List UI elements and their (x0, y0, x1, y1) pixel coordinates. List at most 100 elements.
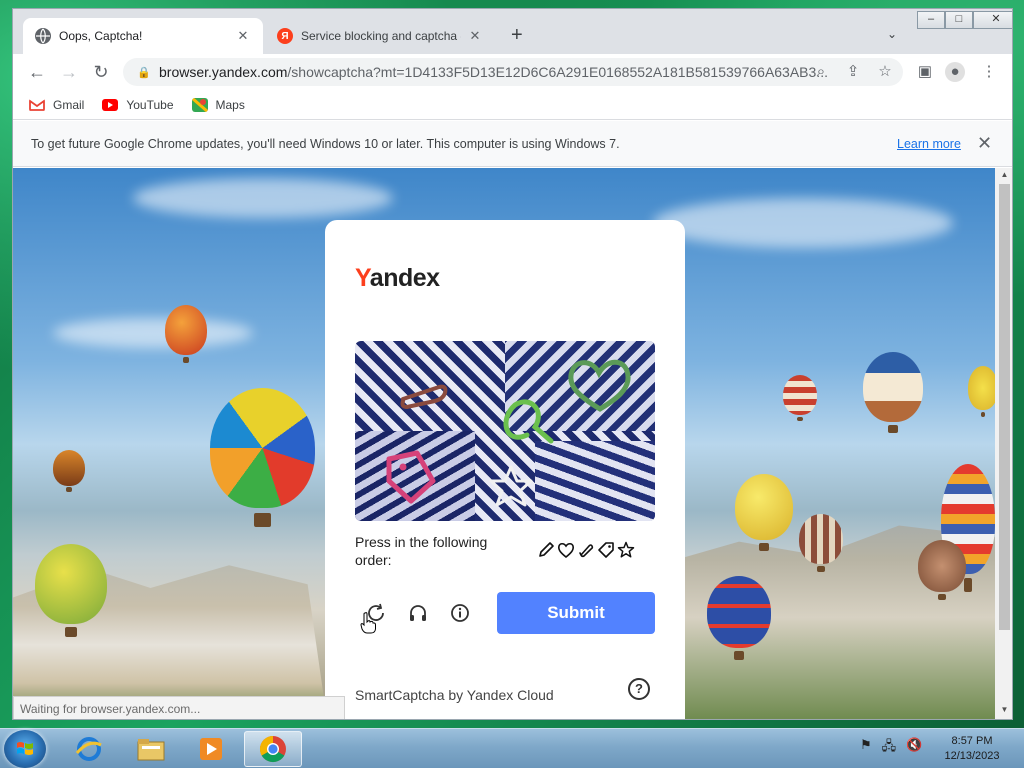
info-icon[interactable] (449, 602, 471, 624)
address-bar[interactable]: 🔒 browser.yandex.com /showcaptcha?mt=1D4… (123, 58, 903, 86)
bookmark-gmail[interactable]: Gmail (29, 98, 84, 112)
cloud (53, 318, 253, 348)
back-button[interactable]: ← (25, 60, 49, 84)
internet-explorer-taskbar-icon[interactable] (60, 731, 118, 767)
hot-air-balloon (53, 450, 85, 492)
tab-captcha[interactable]: Oops, Captcha! ✕ (23, 18, 263, 54)
tag-shape-icon (386, 450, 436, 504)
close-tab-icon[interactable]: ✕ (467, 28, 483, 44)
heart-icon (558, 542, 574, 559)
youtube-icon (102, 98, 119, 111)
hand-cursor-icon (360, 612, 376, 634)
maps-icon (191, 97, 208, 112)
windows-flag-icon (17, 742, 33, 755)
bookmark-star-icon[interactable]: ☆ (875, 62, 895, 82)
captcha-shapes (386, 359, 631, 507)
scroll-up-arrow-icon[interactable]: ▲ (995, 170, 1012, 184)
hot-air-balloon (735, 474, 793, 551)
hot-air-balloon (863, 352, 923, 434)
action-center-flag-icon[interactable]: ⚑ (860, 737, 872, 759)
cloud (133, 178, 393, 218)
hot-air-balloon (783, 375, 817, 422)
help-question-icon[interactable]: ? (628, 678, 650, 700)
bookmarks-bar: Gmail YouTube Maps (13, 90, 1012, 120)
paperclip-shape-icon (400, 384, 448, 410)
url-path: /showcaptcha?mt=1D4133F5D13E12D6C6A291E0… (287, 64, 828, 80)
tag-icon (598, 542, 614, 558)
hot-air-balloon (165, 305, 207, 363)
captcha-instruction: Press in the following order: (355, 534, 488, 568)
pencil-icon (539, 542, 554, 557)
close-infobar-icon[interactable]: ✕ (977, 133, 992, 154)
taskbar: ⚑ 🖧 🔇 8:57 PM 12/13/2023 (0, 728, 1024, 768)
media-player-taskbar-icon[interactable] (182, 731, 240, 767)
hot-air-balloon (918, 540, 966, 601)
magnifier-shape-icon (503, 399, 554, 444)
hot-air-balloon (35, 544, 107, 637)
new-tab-button[interactable]: + (511, 25, 523, 45)
star-shape-icon (489, 465, 533, 507)
tab-strip: Oops, Captcha! ✕ Я Service blocking and … (13, 9, 1012, 54)
close-tab-icon[interactable]: ✕ (235, 28, 251, 44)
network-icon[interactable]: 🖧 (882, 737, 897, 759)
icon-order-sequence (537, 541, 635, 559)
system-clock[interactable]: 8:57 PM 12/13/2023 (934, 734, 1010, 764)
paperclip-icon (579, 544, 594, 558)
bookmark-youtube[interactable]: YouTube (102, 97, 174, 112)
search-icon[interactable]: ⌕ (811, 62, 831, 82)
update-infobar: To get future Google Chrome updates, you… (13, 121, 1012, 167)
clock-date: 12/13/2023 (944, 750, 1000, 762)
side-panel-icon[interactable]: ▣ (915, 62, 935, 82)
scroll-down-arrow-icon[interactable]: ▼ (995, 705, 1012, 719)
globe-icon (35, 28, 51, 44)
hot-air-balloon (968, 366, 995, 418)
toolbar: ← → ↻ 🔒 browser.yandex.com /showcaptcha?… (13, 54, 1012, 90)
start-button[interactable] (4, 730, 46, 768)
logo-letter: Y (355, 264, 370, 292)
url-host: browser.yandex.com (159, 64, 288, 80)
reload-button[interactable]: ↻ (89, 60, 113, 84)
file-explorer-taskbar-icon[interactable] (122, 731, 180, 767)
yandex-favicon-icon: Я (277, 28, 293, 44)
bookmark-label: Gmail (53, 97, 85, 112)
tab-search-chevron-icon[interactable]: ⌄ (887, 27, 897, 41)
heart-shape-icon (568, 359, 631, 412)
volume-muted-icon[interactable]: 🔇 (906, 737, 922, 759)
smartcaptcha-footer: SmartCaptcha by Yandex Cloud (355, 687, 554, 703)
hot-air-balloon (210, 388, 315, 528)
tab-title: Oops, Captcha! (59, 29, 143, 43)
bookmark-label: Maps (215, 97, 245, 112)
status-bubble: Waiting for browser.yandex.com... (13, 696, 345, 719)
profile-avatar-icon[interactable]: ● (945, 62, 965, 82)
menu-kebab-icon[interactable]: ⋮ (979, 62, 999, 82)
browser-window: Oops, Captcha! ✕ Я Service blocking and … (12, 8, 1013, 720)
close-window-button[interactable]: ✕ (973, 11, 1012, 29)
yandex-logo: Yandex (355, 264, 440, 293)
tab-title: Service blocking and captcha - C (301, 29, 461, 43)
cloud (653, 198, 953, 248)
logo-text: andex (369, 264, 440, 292)
captcha-card: Yandex Press in the following order: Sub… (325, 220, 685, 719)
clock-time: 8:57 PM (951, 735, 993, 747)
bookmark-label: YouTube (126, 97, 174, 112)
bookmark-maps[interactable]: Maps (191, 97, 245, 112)
gmail-icon (29, 98, 45, 111)
captcha-image[interactable] (355, 341, 655, 521)
forward-button[interactable]: → (57, 60, 81, 84)
minimize-button[interactable]: – (917, 11, 945, 29)
star-icon (617, 541, 635, 558)
scrollbar-thumb[interactable] (999, 184, 1010, 630)
vertical-scrollbar[interactable]: ▲ ▼ (995, 168, 1012, 719)
submit-button[interactable]: Submit (497, 592, 655, 634)
tab-service-blocking[interactable]: Я Service blocking and captcha - C ✕ (265, 18, 495, 54)
lock-icon: 🔒 (137, 66, 151, 79)
chrome-taskbar-icon[interactable] (244, 731, 302, 767)
share-icon[interactable]: ⇪ (843, 62, 863, 82)
headphones-icon[interactable] (407, 602, 429, 624)
maximize-button[interactable]: □ (945, 11, 973, 29)
learn-more-link[interactable]: Learn more (897, 137, 961, 151)
infobar-message: To get future Google Chrome updates, you… (31, 136, 620, 151)
window-controls: – □ ✕ (917, 11, 1012, 29)
system-tray: ⚑ 🖧 🔇 (860, 737, 922, 759)
hot-air-balloon (799, 514, 843, 572)
